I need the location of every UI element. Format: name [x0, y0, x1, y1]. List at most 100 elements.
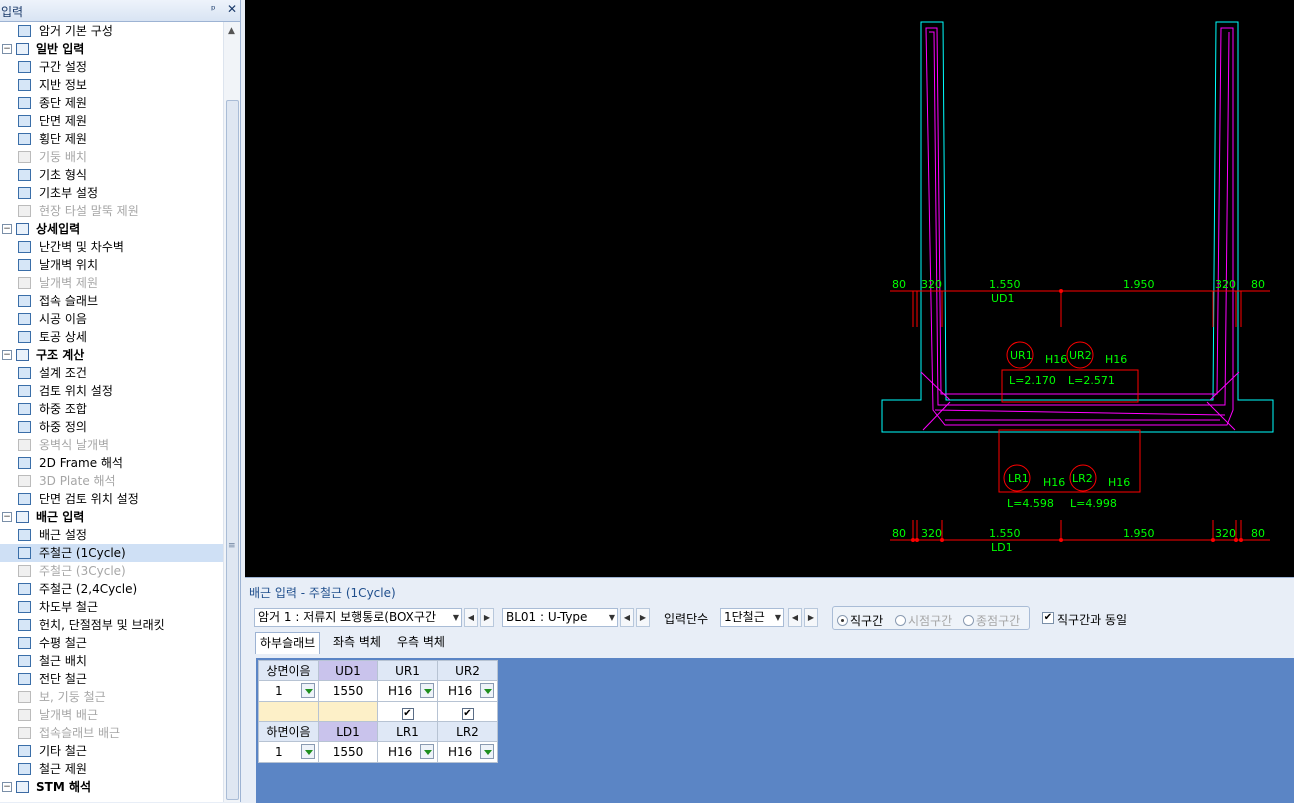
- close-icon[interactable]: ✕: [227, 2, 237, 16]
- scroll-thumb[interactable]: ≡: [226, 100, 239, 800]
- tree-item[interactable]: 배근 설정: [0, 526, 223, 544]
- dropdown-arrow-icon[interactable]: [301, 683, 315, 698]
- load-definition-icon: [18, 421, 31, 433]
- tree-item[interactable]: 2D Frame 해석: [0, 454, 223, 472]
- tree-item[interactable]: 전단 철근: [0, 670, 223, 688]
- layer-next-button[interactable]: ▶: [804, 608, 818, 627]
- tree-item[interactable]: 현장 타설 말뚝 제원: [0, 202, 223, 220]
- lr1-cell[interactable]: H16: [377, 741, 438, 763]
- upper-joint-value: 1: [275, 684, 283, 698]
- tree-group[interactable]: − 상세입력: [0, 220, 223, 238]
- upper-joint-cell[interactable]: 1: [258, 680, 319, 702]
- scroll-up-arrow-icon[interactable]: ▲: [228, 26, 235, 36]
- radio-straight[interactable]: 직구간: [837, 612, 883, 629]
- type-prev-button[interactable]: ◀: [620, 608, 634, 627]
- tree-item[interactable]: 날개벽 제원: [0, 274, 223, 292]
- tree-item[interactable]: 구간 설정: [0, 58, 223, 76]
- tree-item[interactable]: 단면 검토 위치 설정: [0, 490, 223, 508]
- tree-item[interactable]: 토공 상세: [0, 328, 223, 346]
- tree-item[interactable]: 횡단 제원: [0, 130, 223, 148]
- drawing-canvas[interactable]: 80 320 1.550 1.950 320 80 UD1 UR1 H16 UR…: [245, 0, 1294, 577]
- dropdown-arrow-icon[interactable]: [480, 744, 494, 759]
- tree-item[interactable]: 주철근 (3Cycle): [0, 562, 223, 580]
- tree-item[interactable]: 3D Plate 해석: [0, 472, 223, 490]
- tree-item[interactable]: 검토 위치 설정: [0, 382, 223, 400]
- tree-item[interactable]: 설계 조건: [0, 364, 223, 382]
- collapse-icon[interactable]: −: [2, 44, 12, 54]
- collapse-icon[interactable]: −: [2, 224, 12, 234]
- tree-item[interactable]: 날개벽 위치: [0, 256, 223, 274]
- tree-item[interactable]: 지반 정보: [0, 76, 223, 94]
- tree-item[interactable]: 날개벽 배근: [0, 706, 223, 724]
- tree-item[interactable]: 기초 형식: [0, 166, 223, 184]
- radio-start[interactable]: 시점구간: [895, 612, 952, 629]
- tree-item[interactable]: 접속슬래브 배근: [0, 724, 223, 742]
- same-as-straight-checkbox[interactable]: ✔: [1042, 612, 1054, 624]
- tree-item[interactable]: 보, 기둥 철근: [0, 688, 223, 706]
- ur1-checkbox[interactable]: ✔: [401, 708, 414, 720]
- tree-item[interactable]: 종단 제원: [0, 94, 223, 112]
- tree-group[interactable]: − STM 해석: [0, 778, 223, 796]
- collapse-icon[interactable]: −: [2, 782, 12, 792]
- dropdown-arrow-icon[interactable]: [420, 683, 434, 698]
- ur2-cell[interactable]: H16: [437, 680, 498, 702]
- tree-item[interactable]: 철근 제원: [0, 760, 223, 778]
- tree-item[interactable]: 철근 배치: [0, 652, 223, 670]
- box-select[interactable]: 암거 1 : 저류지 보행통로(BOX구간 ▼: [254, 608, 462, 627]
- tree-item[interactable]: 주철근 (1Cycle): [0, 544, 223, 562]
- lr2-cell[interactable]: H16: [437, 741, 498, 763]
- collapse-icon[interactable]: −: [2, 512, 12, 522]
- ld1-cell[interactable]: 1550: [318, 741, 378, 763]
- ur1-cell[interactable]: H16: [377, 680, 438, 702]
- rebar-layout-icon: [18, 655, 31, 667]
- box-next-button[interactable]: ▶: [480, 608, 494, 627]
- tree-group[interactable]: − 배근 입력: [0, 508, 223, 526]
- layer-select[interactable]: 1단철근 ▼: [720, 608, 784, 627]
- foundation-type-icon: [18, 169, 31, 181]
- header-lr1: LR1: [377, 721, 438, 742]
- tree-group[interactable]: − 구조 계산: [0, 346, 223, 364]
- radio-end[interactable]: 종점구간: [963, 612, 1020, 629]
- type-select[interactable]: BL01 : U-Type ▼: [502, 608, 618, 627]
- table-row: 하면이음 LD1 LR1 LR2: [258, 721, 498, 742]
- dropdown-arrow-icon[interactable]: [480, 683, 494, 698]
- tree-item[interactable]: 난간벽 및 차수벽: [0, 238, 223, 256]
- dropdown-arrow-icon[interactable]: [301, 744, 315, 759]
- tree-item[interactable]: 하중 정의: [0, 418, 223, 436]
- tree-item[interactable]: 단면 제원: [0, 112, 223, 130]
- tree-item[interactable]: 암거 기본 구성: [0, 22, 223, 40]
- tab-right-wall[interactable]: 우측 벽체: [393, 632, 449, 654]
- dropdown-arrow-icon[interactable]: [420, 744, 434, 759]
- ur2-checkbox[interactable]: ✔: [461, 708, 474, 720]
- ur1-checkbox-cell[interactable]: ✔: [377, 701, 438, 722]
- wingwall-position-icon: [18, 259, 31, 271]
- tree-item[interactable]: 시공 이음: [0, 310, 223, 328]
- tree-item[interactable]: 주철근 (2,4Cycle): [0, 580, 223, 598]
- layer-prev-button[interactable]: ◀: [788, 608, 802, 627]
- tree-item[interactable]: 기둥 배치: [0, 148, 223, 166]
- tab-bottom-slab[interactable]: 하부슬래브: [255, 632, 321, 654]
- tree-item[interactable]: 차도부 철근: [0, 598, 223, 616]
- type-next-button[interactable]: ▶: [636, 608, 650, 627]
- tree-group[interactable]: − 일반 입력: [0, 40, 223, 58]
- tree-item[interactable]: 헌치, 단절점부 및 브래킷: [0, 616, 223, 634]
- tree-item[interactable]: 기타 철근: [0, 742, 223, 760]
- box-prev-button[interactable]: ◀: [464, 608, 478, 627]
- tree-item-label: 기초 형식: [39, 168, 87, 182]
- tree-item[interactable]: 기초부 설정: [0, 184, 223, 202]
- panel-title: 입력: [1, 5, 24, 19]
- pin-icon[interactable]: ᵖ: [211, 3, 216, 16]
- tree-item[interactable]: 하중 조합: [0, 400, 223, 418]
- tree-item-label: 날개벽 제원: [39, 276, 99, 290]
- collapse-icon[interactable]: −: [2, 350, 12, 360]
- tree-item[interactable]: 접속 슬래브: [0, 292, 223, 310]
- tree-item[interactable]: 수평 철근: [0, 634, 223, 652]
- lower-joint-cell[interactable]: 1: [258, 741, 319, 763]
- tree-item-label: 주철근 (3Cycle): [39, 564, 126, 578]
- tab-left-wall[interactable]: 좌측 벽체: [329, 632, 385, 654]
- other-rebar-icon: [18, 745, 31, 757]
- ur2-checkbox-cell[interactable]: ✔: [437, 701, 498, 722]
- ud1-cell[interactable]: 1550: [318, 680, 378, 702]
- tree-scrollbar[interactable]: ▲ ≡: [223, 22, 240, 802]
- tree-item[interactable]: 옹벽식 날개벽: [0, 436, 223, 454]
